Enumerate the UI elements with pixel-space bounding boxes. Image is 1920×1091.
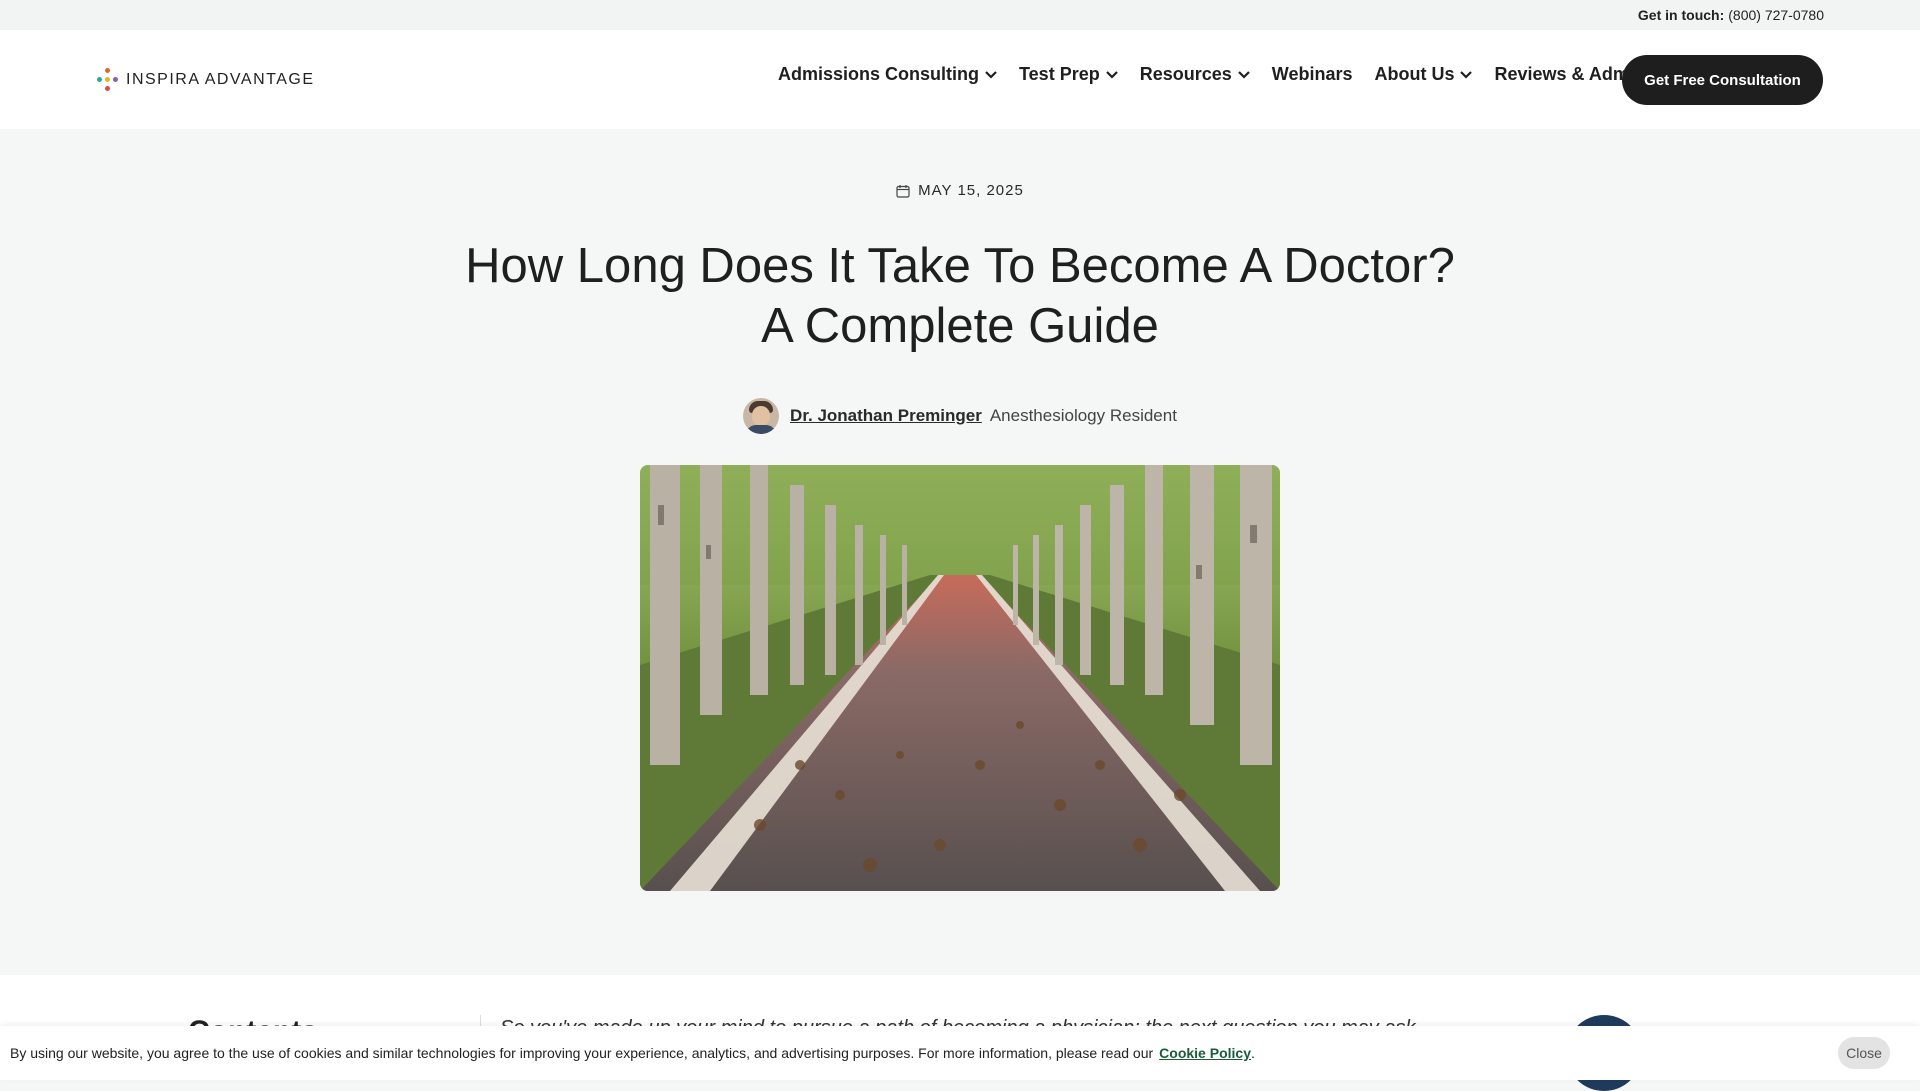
author-avatar — [743, 398, 780, 434]
cookie-policy-link[interactable]: Cookie Policy — [1159, 1045, 1251, 1061]
tree-lined-road-image — [640, 465, 1280, 891]
article-title: How Long Does It Take To Become A Doctor… — [465, 239, 1455, 353]
author-link[interactable]: Dr. Jonathan Preminger — [790, 406, 982, 426]
nav-item-resources[interactable]: Resources — [1140, 64, 1250, 85]
chevron-down-icon — [1460, 70, 1473, 79]
calendar-icon — [896, 184, 910, 198]
contact-bar: Get in touch: (800) 727-0780 — [0, 0, 1920, 30]
chevron-down-icon — [1238, 70, 1250, 79]
nav-label: About Us — [1374, 64, 1455, 84]
logo-icon — [96, 68, 118, 92]
contact-label: Get in touch: — [1637, 7, 1725, 23]
article-byline: Dr. Jonathan Preminger Anesthesiology Re… — [0, 398, 1920, 434]
chevron-down-icon — [985, 70, 997, 79]
chevron-down-icon — [1105, 70, 1118, 79]
nav-label: Webinars — [1271, 64, 1353, 84]
contact-phone[interactable]: (800) 727-0780 — [1728, 7, 1824, 23]
get-free-consultation-button[interactable]: Get Free Consultation — [1622, 55, 1823, 105]
post-date-text: MAY 15, 2025 — [918, 182, 1024, 199]
cookie-message: By using our website, you agree to the u… — [10, 1045, 1154, 1061]
nav-item-test-prep[interactable]: Test Prep — [1019, 64, 1118, 85]
brand-name: INSPIRA ADVANTAGE — [126, 71, 315, 88]
brand-logo[interactable]: INSPIRA ADVANTAGE — [96, 68, 315, 92]
nav-item-admissions-consulting[interactable]: Admissions Consulting — [778, 64, 997, 85]
cookie-close-button[interactable]: Close — [1838, 1037, 1890, 1069]
post-date: MAY 15, 2025 — [0, 182, 1920, 199]
hero-image — [640, 465, 1280, 891]
site-header: INSPIRA ADVANTAGE Admissions Consulting … — [0, 30, 1920, 129]
author-role: Anesthesiology Resident — [989, 406, 1177, 425]
nav-label: Admissions Consulting — [778, 64, 980, 84]
nav-item-about-us[interactable]: About Us — [1374, 64, 1473, 85]
main-nav: Admissions Consulting Test Prep Resource… — [778, 64, 1668, 85]
nav-label: Resources — [1139, 64, 1232, 84]
cookie-period: . — [1250, 1045, 1255, 1061]
cookie-banner: By using our website, you agree to the u… — [0, 1026, 1920, 1080]
nav-label: Test Prep — [1019, 64, 1100, 84]
nav-item-webinars[interactable]: Webinars — [1272, 64, 1353, 85]
